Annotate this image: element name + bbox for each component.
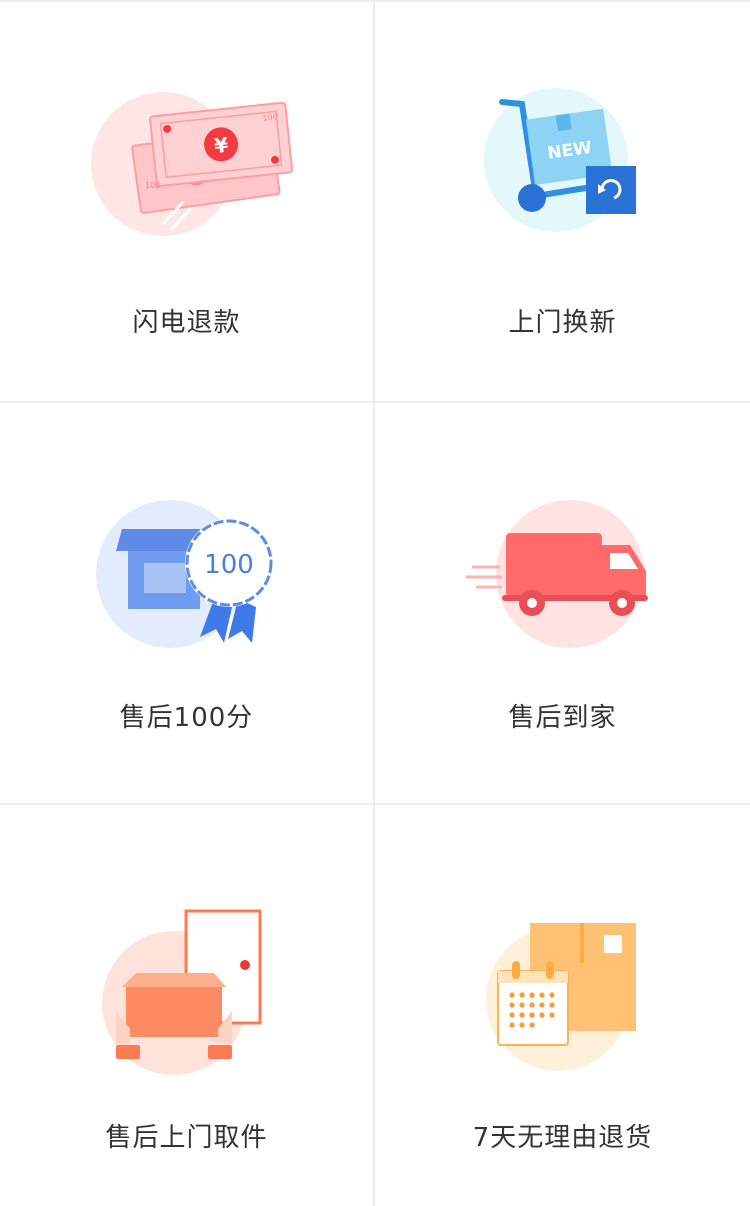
- currency-symbol: ¥: [213, 133, 229, 158]
- flash-refund-icon: ¥ 100 100: [91, 92, 294, 236]
- service-label: 售后到家: [508, 703, 617, 733]
- service-tile-door-pickup[interactable]: 售后上门取件: [0, 805, 375, 1206]
- score-badge-text: 100: [204, 550, 254, 580]
- service-label: 7天无理由退货: [472, 1123, 653, 1153]
- note-value: 100: [262, 112, 278, 123]
- seven-day-return-icon: [486, 923, 636, 1071]
- service-tile-home-service[interactable]: 售后到家: [375, 403, 750, 805]
- service-label: 售后上门取件: [105, 1123, 268, 1153]
- home-replacement-icon: NEW: [484, 88, 636, 232]
- door-pickup-icon: [102, 909, 262, 1075]
- note-value-2: 100: [145, 181, 160, 190]
- service-label: 上门换新: [508, 308, 617, 338]
- service-grid: ¥ 100 100 闪电退款 NEW 上门换新 100 售后100分 售后到家 …: [0, 0, 750, 1206]
- service-tile-aftersales-100[interactable]: 100 售后100分: [0, 403, 375, 805]
- aftersales-100-icon: 100: [96, 500, 273, 648]
- delivery-truck-icon: [466, 500, 648, 648]
- service-tile-seven-day-return[interactable]: 7天无理由退货: [375, 805, 750, 1206]
- service-label: 闪电退款: [132, 308, 241, 338]
- service-tile-home-replacement[interactable]: NEW 上门换新: [375, 2, 750, 403]
- service-label: 售后100分: [119, 703, 254, 733]
- service-tile-flash-refund[interactable]: ¥ 100 100 闪电退款: [0, 2, 375, 403]
